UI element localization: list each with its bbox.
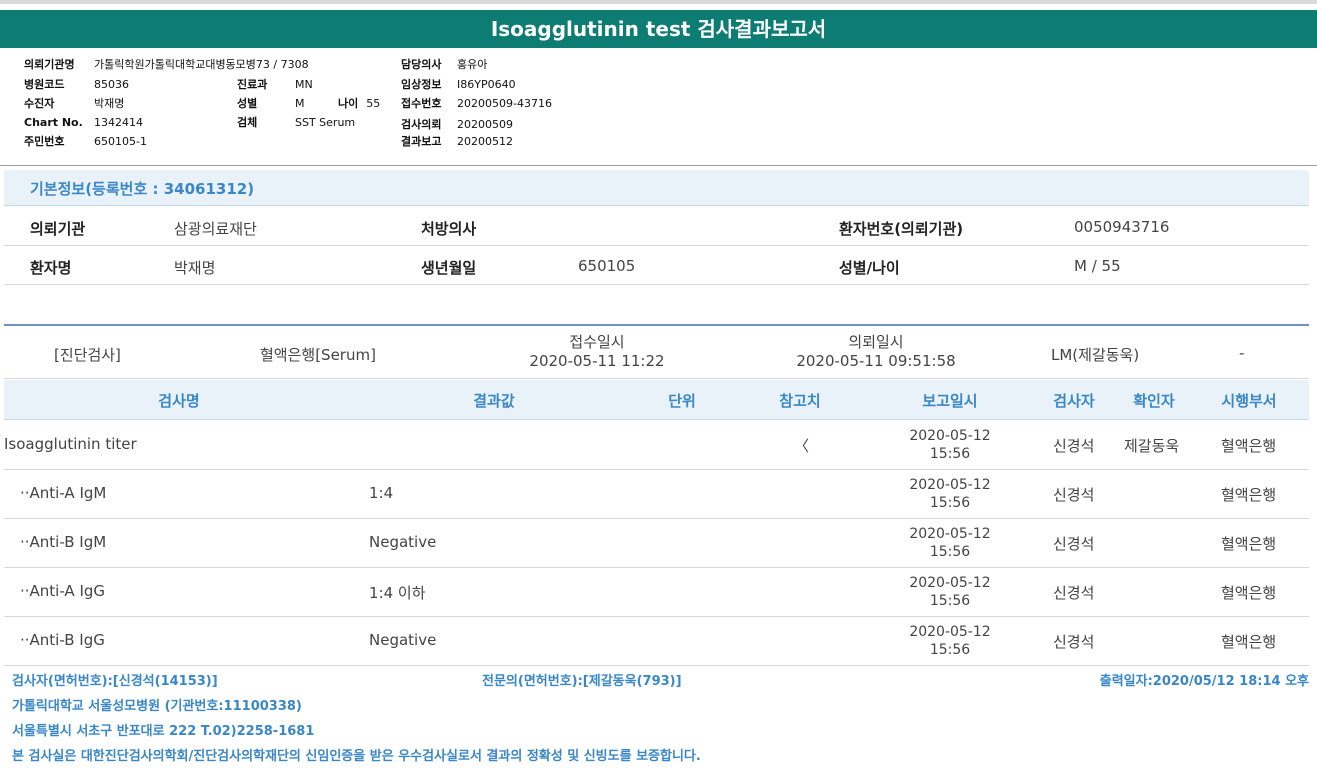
order-requested: 의뢰일시 2020-05-11 09:51:58 — [796, 333, 956, 370]
basic-info-row-1: 의뢰기관 삼광의료재단 처방의사 환자번호(의뢰기관) 0050943716 — [4, 207, 1309, 246]
footer-specialist: 전문의(면허번호):[제갈동욱(793)] — [482, 674, 682, 689]
col-unit: 단위 — [668, 392, 696, 410]
header-row-test-request: 검사의뢰 20200509 — [401, 118, 513, 131]
col-tester: 검사자 — [1053, 392, 1095, 410]
header-row-resident-no: 주민번호 650105-1 — [24, 135, 147, 148]
col-test-name: 검사명 — [158, 392, 200, 410]
header-row-hospital-code: 병원코드 85036 — [24, 78, 129, 91]
header-row-institution: 의뢰기관명 가톨릭학원가톨릭대학교대병동모병73 / 7308 — [24, 58, 309, 71]
results-table-header: 검사명 결과값 단위 참고치 보고일시 검사자 확인자 시행부서 — [4, 380, 1309, 420]
header-row-department: 진료과 MN — [237, 78, 313, 91]
header-row-specimen: 검체 SST Serum — [237, 116, 356, 129]
header-row-sex: 성별 M 나이 55 — [237, 97, 381, 110]
col-dept: 시행부서 — [1221, 392, 1277, 410]
col-reference: 참고치 — [779, 392, 821, 410]
header-row-chart-no: Chart No. 1342414 — [24, 116, 143, 129]
order-dept: LM(제갈동욱) — [1051, 346, 1140, 364]
header-row-patient: 수진자 박재명 — [24, 97, 125, 110]
col-confirmer: 확인자 — [1133, 392, 1175, 410]
header-row-clinical-info: 임상정보 I86YP0640 — [401, 78, 516, 91]
table-row: ··Anti-B IgM Negative 2020-05-12 15:56 신경… — [4, 519, 1309, 568]
table-row: Isoagglutinin titer 〈 2020-05-12 15:56 신경… — [4, 421, 1309, 470]
table-row: ··Anti-A IgM 1:4 2020-05-12 15:56 신경석 혈액은… — [4, 470, 1309, 519]
header-row-doctor: 담당의사 홍유아 — [401, 58, 488, 71]
col-report-date: 보고일시 — [922, 392, 978, 410]
report-title: Isoagglutinin test 검사결과보고서 — [0, 10, 1317, 48]
order-received: 접수일시 2020-05-11 11:22 — [529, 333, 665, 370]
table-row: ··Anti-B IgG Negative 2020-05-12 15:56 신경… — [4, 617, 1309, 666]
report-header: 의뢰기관명 가톨릭학원가톨릭대학교대병동모병73 / 7308 병원코드 85036… — [0, 48, 1317, 166]
header-row-result-report: 결과보고 20200512 — [401, 135, 513, 148]
footer-address: 서울특별시 서초구 반포대로 222 T.02)2258-1681 — [12, 724, 315, 739]
col-result: 결과값 — [473, 392, 515, 410]
order-summary-row: [진단검사] 혈액은행[Serum] 접수일시 2020-05-11 11:22… — [4, 327, 1309, 379]
footer-printed-date: 출력일자:2020/05/12 18:14 오후 — [1099, 674, 1309, 689]
table-row: ··Anti-A IgG 1:4 이하 2020-05-12 15:56 신경석 … — [4, 568, 1309, 617]
basic-info-heading: 기본정보(등록번호 : 34061312) — [4, 170, 1309, 206]
order-category: [진단검사] — [54, 346, 121, 364]
header-row-receipt-no: 접수번호 20200509-43716 — [401, 97, 552, 110]
top-border — [0, 0, 1317, 4]
order-extra: - — [1239, 344, 1245, 362]
footer-certification: 본 검사실은 대한진단검사의학회/진단검사의학재단의 신임인증을 받은 우수검사… — [12, 749, 701, 764]
section-divider — [4, 324, 1309, 326]
footer-hospital: 가톨릭대학교 서울성모병원 (기관번호:11100338) — [12, 699, 302, 714]
order-specimen: 혈액은행[Serum] — [260, 346, 376, 364]
footer-tester: 검사자(면허번호):[신경석(14153)] — [12, 674, 218, 689]
basic-info-row-2: 환자명 박재명 생년월일 650105 성별/나이 M / 55 — [4, 246, 1309, 285]
reference-chevron-icon: 〈 — [794, 437, 810, 455]
